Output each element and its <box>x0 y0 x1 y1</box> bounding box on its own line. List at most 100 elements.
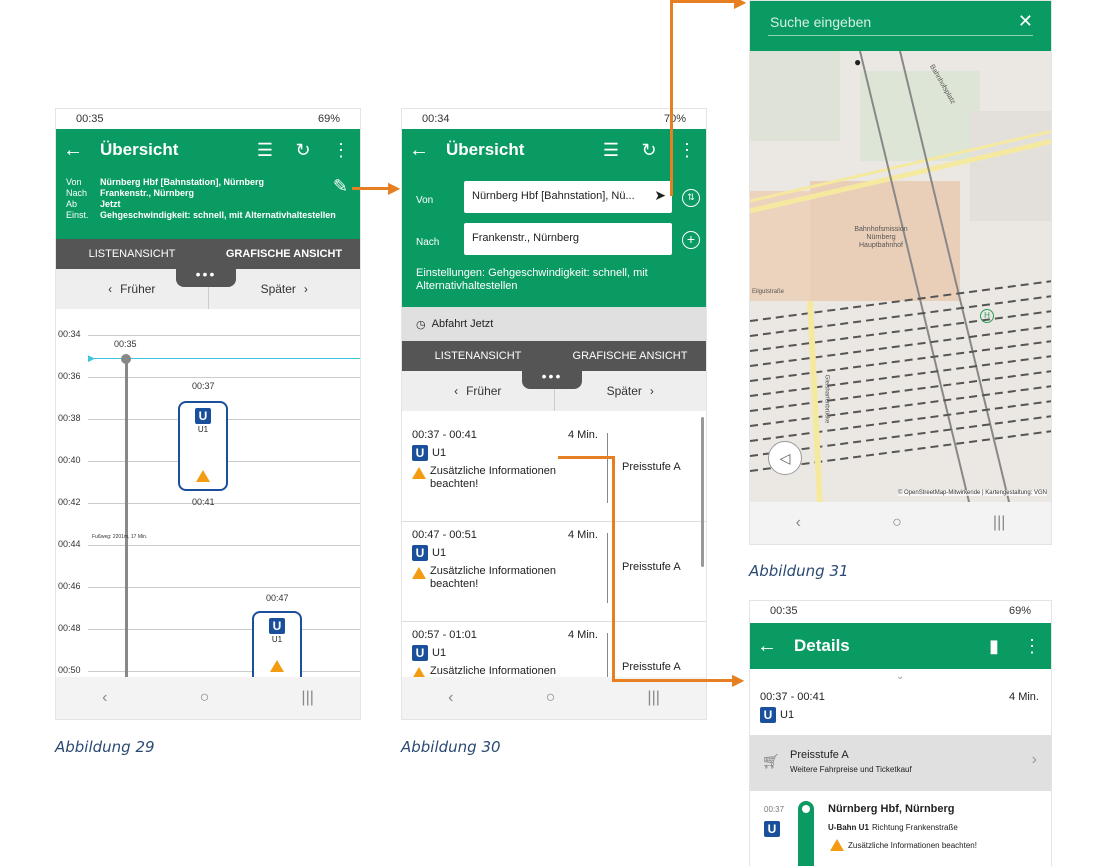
swap-icon[interactable]: ⇅ <box>682 189 700 207</box>
search-form: Von Nürnberg Hbf [Bahnstation], Nü... ➤ … <box>402 171 706 307</box>
refresh-icon[interactable]: ↻ <box>284 140 322 161</box>
flow-arrow <box>352 187 392 190</box>
arrow-head-icon: ▶ <box>732 672 745 689</box>
nach-input[interactable]: Frankenstr., Nürnberg <box>464 223 672 255</box>
warning-icon <box>412 567 426 579</box>
von-label: Von <box>66 177 82 187</box>
nav-home-icon[interactable]: ○ <box>200 689 210 707</box>
row-separator <box>402 621 706 622</box>
more-icon[interactable]: ⋮ <box>322 140 360 161</box>
tab-graph-view[interactable]: GRAFISCHE ANSICHT <box>208 239 360 269</box>
page-title: Übersicht <box>446 140 525 159</box>
ubahn-icon: U <box>195 408 211 424</box>
tab-list-view[interactable]: LISTENANSICHT <box>56 239 208 269</box>
close-icon[interactable]: ✕ <box>1018 11 1033 32</box>
arrow-head-icon: ▶ <box>388 180 401 197</box>
settings-text[interactable]: Einstellungen: Gehgeschwindigkeit: schne… <box>416 267 692 293</box>
caption-30: Abbildung 30 <box>401 738 501 756</box>
more-icon[interactable]: ⋮ <box>668 140 706 161</box>
nav-back-icon[interactable]: ‹ <box>796 514 801 532</box>
von-label: Von <box>416 195 434 206</box>
status-bar: 00:34 70% <box>402 109 706 129</box>
trip-info: Zusätzliche Informationen beachten! <box>430 565 556 590</box>
scrollbar[interactable] <box>701 417 704 567</box>
nav-home-icon[interactable]: ○ <box>892 514 902 532</box>
edit-pencil-icon[interactable]: ✎ <box>333 177 348 195</box>
nav-back-icon[interactable]: ‹ <box>102 689 107 707</box>
later-label: Später <box>260 282 296 296</box>
more-options-handle[interactable]: ••• <box>176 267 236 287</box>
nav-home-icon[interactable]: ○ <box>546 689 556 707</box>
caption-31: Abbildung 31 <box>749 562 849 580</box>
screen-map: Suche eingeben ✕ Bahnhofsmission Nürnber… <box>749 0 1052 545</box>
ab-label: Ab <box>66 199 78 209</box>
page-title: Übersicht <box>100 140 179 159</box>
status-time: 00:34 <box>422 113 450 125</box>
more-options-handle[interactable]: ••• <box>522 369 582 389</box>
ubahn-icon: U <box>764 821 780 837</box>
nav-recents-icon[interactable]: ||| <box>301 689 313 707</box>
tick-label: 00:34 <box>58 329 81 339</box>
map-icon[interactable]: ▮ <box>975 636 1013 657</box>
von-value: Nürnberg Hbf [Bahnstation], Nürnberg <box>100 177 264 187</box>
line-label: U1 <box>197 425 209 434</box>
trip-row[interactable]: 00:47 - 00:51 4 Min. U U1 Zusätzliche In… <box>402 525 706 617</box>
price-row[interactable]: 🛒︎ Preisstufe A Weitere Fahrpreise und T… <box>750 735 1051 791</box>
nav-back-icon[interactable]: ‹ <box>448 689 453 707</box>
stop-time: 00:37 <box>764 805 785 814</box>
later-label: Später <box>606 384 642 398</box>
search-underline <box>768 35 1033 36</box>
subway-station-icon: H <box>980 309 994 323</box>
von-input[interactable]: Nürnberg Hbf [Bahnstation], Nü... ➤ <box>464 181 672 213</box>
more-icon[interactable]: ⋮ <box>1013 636 1051 657</box>
ubahn-icon: U <box>269 618 285 634</box>
stop-info[interactable]: Zusätzliche Informationen beachten! <box>848 841 977 850</box>
trip-price: Preisstufe A <box>622 461 681 473</box>
back-arrow-icon[interactable]: ← <box>56 139 90 162</box>
trip-info: Zusätzliche Informationen beachten! <box>430 465 556 490</box>
tab-list-view[interactable]: LISTENANSICHT <box>402 341 554 371</box>
earlier-label: Früher <box>466 384 502 398</box>
trip-duration: 4 Min. <box>568 529 598 541</box>
chevron-left-icon: ‹ <box>454 384 459 398</box>
nav-recents-icon[interactable]: ||| <box>993 514 1005 532</box>
search-input[interactable]: Suche eingeben <box>770 14 871 30</box>
status-time: 00:35 <box>76 113 104 125</box>
trip-summary[interactable]: Von Nürnberg Hbf [Bahnstation], Nürnberg … <box>56 171 360 239</box>
map-view[interactable]: Bahnhofsmission Nürnberg Hauptbahnhof Ba… <box>750 51 1051 506</box>
status-battery: 69% <box>317 113 340 125</box>
trip-arrival-label: 00:41 <box>192 497 215 507</box>
trip-row[interactable]: 00:57 - 01:01 4 Min. U U1 Zusätzliche In… <box>402 625 706 679</box>
filter-icon[interactable]: ☰ <box>592 140 630 161</box>
back-arrow-icon[interactable]: ← <box>750 635 784 658</box>
stop-name[interactable]: Nürnberg Hbf, Nürnberg <box>828 803 955 815</box>
flow-arrow <box>612 679 736 682</box>
tick-label: 00:38 <box>58 413 81 423</box>
add-stop-icon[interactable]: + <box>682 231 700 249</box>
gridline <box>88 545 360 546</box>
tick-label: 00:44 <box>58 539 81 549</box>
map-attribution: © OpenStreetMap-Mitwirkende | Kartengest… <box>897 490 1047 496</box>
flow-arrow <box>670 0 673 196</box>
trip-row[interactable]: 00:37 - 00:41 4 Min. U U1 Zusätzliche In… <box>402 425 706 517</box>
back-arrow-icon[interactable]: ← <box>402 139 436 162</box>
tick-label: 00:42 <box>58 497 81 507</box>
my-location-button[interactable]: ◁ <box>768 441 802 475</box>
trip-duration: 4 Min. <box>568 629 598 641</box>
walk-dot <box>121 354 131 364</box>
earlier-label: Früher <box>120 282 156 296</box>
filter-icon[interactable]: ☰ <box>246 140 284 161</box>
refresh-icon[interactable]: ↻ <box>630 140 668 161</box>
warning-icon <box>830 839 844 851</box>
view-tabs: LISTENANSICHT GRAFISCHE ANSICHT <box>56 239 360 269</box>
divider <box>607 633 608 679</box>
departure-row[interactable]: ◷ Abfahrt Jetzt <box>402 307 706 341</box>
location-icon[interactable]: ➤ <box>654 187 666 204</box>
tab-graph-view[interactable]: GRAFISCHE ANSICHT <box>554 341 706 371</box>
walk-line <box>125 358 128 679</box>
trip-card[interactable]: U U1 <box>178 401 228 491</box>
tick-label: 00:46 <box>58 581 81 591</box>
einst-value: Gehgeschwindigkeit: schnell, mit Alterna… <box>100 210 336 220</box>
chevron-down-icon[interactable]: ⌄ <box>896 671 904 682</box>
nav-recents-icon[interactable]: ||| <box>647 689 659 707</box>
